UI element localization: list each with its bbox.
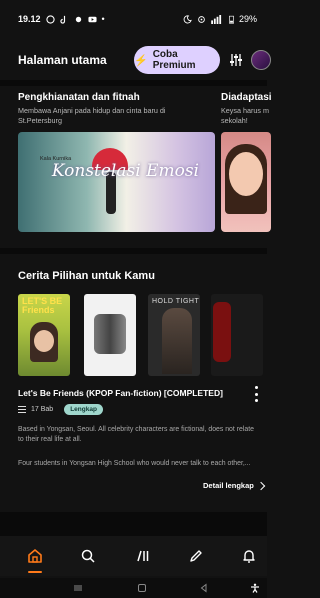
picks-section-title: Cerita Pilihan untuk Kamu bbox=[18, 270, 155, 282]
cover-portrait-face bbox=[229, 152, 263, 196]
featured-card-1-text[interactable]: Pengkhianatan dan fitnah Membawa Anjani … bbox=[18, 92, 208, 126]
status-time: 19.12 bbox=[18, 14, 41, 24]
book-cover-figure bbox=[162, 308, 192, 374]
back-icon[interactable] bbox=[198, 582, 210, 594]
dot-icon: • bbox=[101, 14, 105, 24]
book-cover-title: LET'S BE Friends bbox=[22, 296, 63, 315]
book-cover-face bbox=[34, 330, 54, 352]
status-bar: 19.12 • 29% bbox=[0, 0, 267, 40]
premium-label: Coba Premium bbox=[152, 49, 196, 71]
featured-title: Pengkhianatan dan fitnah bbox=[18, 92, 140, 103]
youtube-icon bbox=[87, 16, 97, 22]
status-right: 29% bbox=[183, 14, 257, 24]
home-icon bbox=[28, 549, 42, 563]
section-divider bbox=[0, 248, 267, 254]
featured-cover-1[interactable]: Kala Kurnika Konstelasi Emosi bbox=[18, 132, 215, 232]
featured-description: Membawa Anjani pada hidup dan cinta baru… bbox=[18, 106, 166, 125]
pencil-icon bbox=[190, 550, 202, 562]
story-description: Based in Yongsan, Seoul. All celebrity c… bbox=[18, 426, 254, 443]
book-cover-2[interactable] bbox=[84, 294, 136, 376]
book-cover-title: HOLD TIGHT bbox=[152, 298, 200, 305]
featured-cover-2[interactable] bbox=[221, 132, 271, 232]
nav-notifications[interactable] bbox=[237, 544, 261, 568]
active-tab-indicator bbox=[28, 571, 42, 573]
tiktok-icon bbox=[59, 15, 65, 24]
featured-card-2-text[interactable]: Diadaptasi Keysa harus m sekolah! bbox=[221, 92, 272, 126]
section-divider bbox=[0, 512, 267, 536]
status-left: 19.12 • bbox=[18, 14, 105, 24]
nav-home[interactable] bbox=[23, 544, 47, 568]
hotspot-icon bbox=[198, 15, 205, 23]
section-divider bbox=[0, 80, 267, 86]
book-cover-1[interactable]: LET'S BE Friends bbox=[18, 294, 70, 376]
more-options-icon[interactable] bbox=[252, 386, 260, 402]
story-description-excerpt: Four students in Yongsan High School who… bbox=[18, 460, 251, 467]
library-icon bbox=[137, 550, 149, 562]
full-detail-link[interactable]: Detail lengkap bbox=[203, 481, 266, 490]
story-meta: 17 Bab Lengkap bbox=[18, 404, 103, 415]
book-cover-4[interactable] bbox=[211, 294, 263, 376]
whatsapp-icon bbox=[45, 14, 55, 24]
accessibility-icon[interactable] bbox=[249, 582, 261, 594]
nav-library[interactable] bbox=[131, 544, 155, 568]
moon-icon bbox=[183, 14, 192, 23]
book-cover-figure bbox=[213, 302, 231, 362]
battery-level: 29% bbox=[238, 14, 257, 24]
status-badge: Lengkap bbox=[64, 404, 103, 415]
system-navigation-bar bbox=[0, 578, 267, 598]
bolt-icon: ⚡ bbox=[134, 54, 148, 67]
chevron-right-icon bbox=[256, 481, 266, 490]
featured-description-2: Keysa harus m sekolah! bbox=[221, 106, 269, 125]
settings-notif-icon bbox=[75, 16, 81, 22]
filter-sliders-icon[interactable] bbox=[229, 53, 243, 67]
battery-icon bbox=[229, 15, 234, 24]
nav-write[interactable] bbox=[184, 544, 208, 568]
try-premium-button[interactable]: ⚡ Coba Premium bbox=[134, 46, 220, 74]
cover-title: Konstelasi Emosi bbox=[51, 161, 199, 181]
list-icon bbox=[18, 406, 26, 413]
nav-search[interactable] bbox=[76, 544, 100, 568]
chapter-count: 17 Bab bbox=[31, 406, 54, 413]
home-system-icon[interactable] bbox=[136, 582, 148, 594]
bell-icon bbox=[243, 550, 255, 563]
bottom-navigation bbox=[0, 536, 267, 576]
book-cover-figures bbox=[94, 314, 126, 354]
detail-label: Detail lengkap bbox=[203, 481, 254, 490]
signal-icon bbox=[211, 14, 222, 24]
app-header: Halaman utama ⚡ Coba Premium bbox=[0, 42, 271, 78]
story-title[interactable]: Let's Be Friends (KPOP Fan-fiction) [COM… bbox=[18, 388, 233, 398]
search-icon bbox=[81, 549, 95, 563]
profile-avatar[interactable] bbox=[251, 50, 271, 70]
featured-title-2: Diadaptasi bbox=[221, 92, 272, 103]
recent-apps-icon[interactable] bbox=[72, 582, 84, 594]
book-cover-3[interactable]: HOLD TIGHT bbox=[148, 294, 200, 376]
